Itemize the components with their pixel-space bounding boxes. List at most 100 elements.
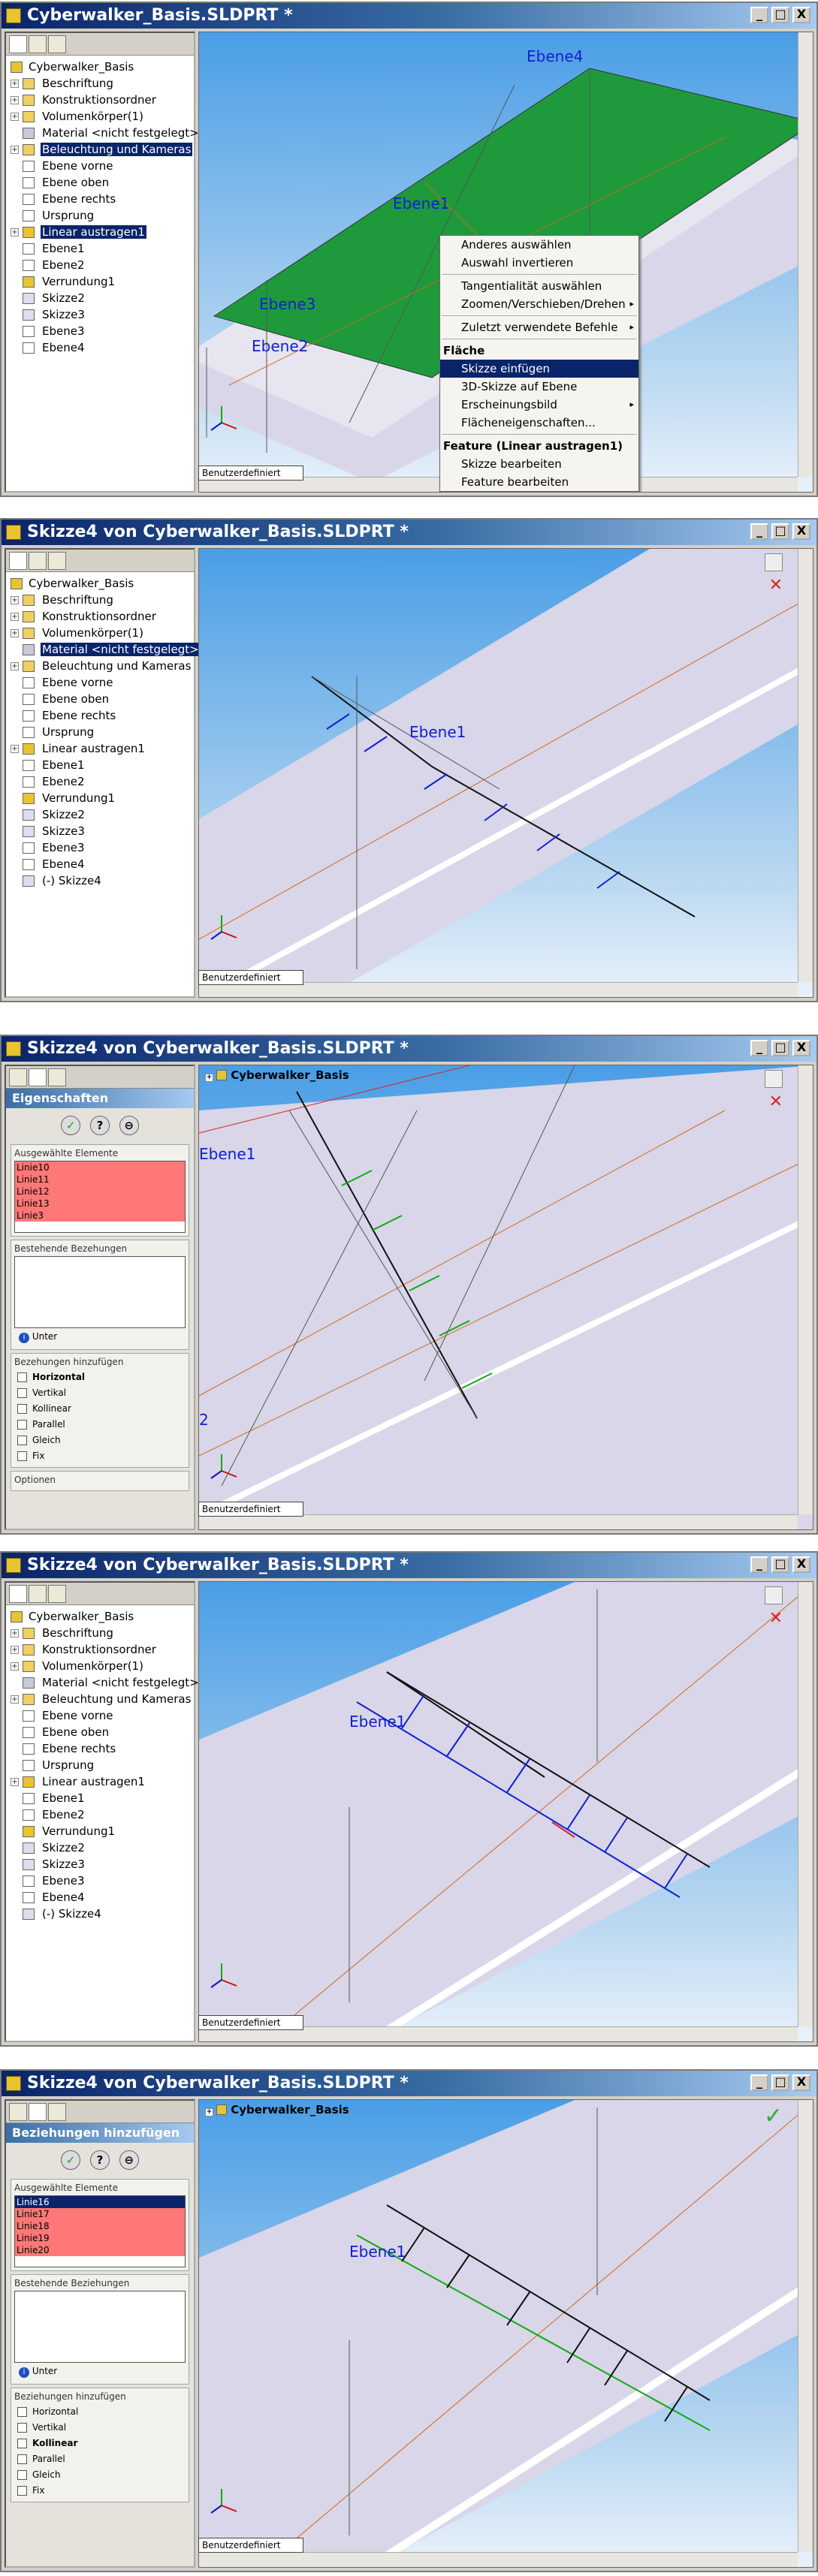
tree-item-ebene2[interactable]: Ebene2	[8, 257, 192, 273]
help-button[interactable]: ?	[90, 1116, 110, 1135]
horizontal-scrollbar[interactable]	[199, 2552, 798, 2567]
vertical-scrollbar[interactable]	[798, 32, 813, 477]
relation-parallel[interactable]: Parallel	[14, 1417, 186, 1433]
list-item[interactable]: Linie20	[15, 2244, 185, 2256]
maximize-button[interactable]: □	[771, 523, 789, 540]
tree-item[interactable]: Ebene4	[8, 1889, 192, 1906]
tree-item[interactable]: Cyberwalker_Basis	[8, 1608, 192, 1625]
tree-item-ebene3[interactable]: Ebene3	[8, 323, 192, 339]
tab-property-manager[interactable]	[29, 35, 47, 53]
tree-item-annotation[interactable]: + Beschriftung	[8, 75, 192, 92]
tree-item[interactable]: Ebene oben	[8, 691, 192, 707]
tree-item[interactable]: Ebene vorne	[8, 674, 192, 691]
list-item[interactable]: Linie16	[15, 2196, 185, 2208]
relation-collinear[interactable]: Kollinear	[14, 1401, 186, 1417]
relation-equal[interactable]: Gleich	[14, 1433, 186, 1448]
horizontal-scrollbar[interactable]	[199, 1514, 798, 1529]
tree-item[interactable]: + Beschriftung	[8, 1625, 192, 1641]
list-item[interactable]: Linie17	[15, 2208, 185, 2220]
tab-feature-tree[interactable]	[9, 552, 27, 570]
close-button[interactable]: X	[792, 523, 810, 540]
tree-item[interactable]: Skizze3	[8, 1856, 192, 1872]
tree-item-sketch2[interactable]: Skizze2	[8, 290, 192, 306]
view-orientation-dropdown[interactable]: Benutzerdefiniert	[198, 1502, 303, 1517]
tab-feature-tree[interactable]	[9, 1585, 27, 1603]
tree-item[interactable]: Ebene1	[8, 1790, 192, 1806]
cancel-icon[interactable]: ✕	[769, 1609, 783, 1628]
tab-property-manager[interactable]	[29, 1068, 47, 1086]
tab-configuration[interactable]	[48, 552, 66, 570]
close-button[interactable]: X	[792, 1556, 810, 1573]
list-item[interactable]: Linie11	[15, 1174, 185, 1186]
tree-item-origin[interactable]: Ursprung	[8, 207, 192, 224]
tree-item-sketch3[interactable]: Skizze3	[8, 306, 192, 323]
tree-item[interactable]: Ebene oben	[8, 1724, 192, 1740]
minimize-button[interactable]: _	[750, 523, 768, 540]
relation-horizontal[interactable]: Horizontal	[14, 1369, 186, 1385]
tree-item[interactable]: Ebene vorne	[8, 1707, 192, 1724]
confirm-check-icon[interactable]: ✓	[764, 2103, 783, 2129]
tree-item[interactable]: + Beleuchtung und Kameras	[8, 1691, 192, 1707]
graphics-area[interactable]: Ebene1 ✕	[198, 1581, 813, 2042]
tree-item-material[interactable]: Material <nicht festgelegt>	[8, 125, 199, 141]
vertical-scrollbar[interactable]	[798, 1065, 813, 1514]
menu-item-zoom-pan-rotate[interactable]: Zoomen/Verschieben/Drehen ▸	[440, 295, 638, 313]
maximize-button[interactable]: □	[771, 7, 789, 23]
close-button[interactable]: X	[792, 2074, 810, 2091]
tab-property-manager[interactable]	[29, 1585, 47, 1603]
tab-feature-tree[interactable]	[9, 2103, 27, 2121]
relation-fix[interactable]: Fix	[14, 2483, 186, 2499]
pin-button[interactable]: ⊖	[119, 1116, 139, 1135]
ok-button[interactable]: ✓	[61, 2150, 81, 2170]
tab-configuration[interactable]	[48, 35, 66, 53]
tree-item[interactable]: + Volumenkörper(1)	[8, 625, 192, 641]
close-button[interactable]: X	[792, 1040, 810, 1056]
menu-item-edit-feature[interactable]: Feature bearbeiten	[440, 473, 638, 491]
minimize-button[interactable]: _	[750, 1556, 768, 1573]
relation-parallel[interactable]: Parallel	[14, 2451, 186, 2467]
tree-item-plane-front[interactable]: Ebene vorne	[8, 158, 192, 174]
tree-item[interactable]: Ursprung	[8, 724, 192, 740]
cancel-icon[interactable]: ✕	[769, 1092, 783, 1111]
tree-item[interactable]: Ursprung	[8, 1757, 192, 1773]
tree-item[interactable]: + Linear austragen1	[8, 1773, 192, 1790]
tree-item[interactable]: Ebene1	[8, 757, 192, 773]
tree-item[interactable]: Ebene2	[8, 773, 192, 790]
help-button[interactable]: ?	[90, 2150, 110, 2170]
tree-item[interactable]: Skizze2	[8, 1839, 192, 1856]
tab-feature-tree[interactable]	[9, 1068, 27, 1086]
tree-item[interactable]: Skizze3	[8, 823, 192, 839]
tree-item[interactable]: + Konstruktionsordner	[8, 608, 192, 625]
tree-item[interactable]: Ebene rechts	[8, 1740, 192, 1757]
view-orientation-dropdown[interactable]: Benutzerdefiniert	[198, 465, 303, 481]
tree-item[interactable]: (-) Skizze4	[8, 872, 192, 889]
tree-item[interactable]: Ebene3	[8, 839, 192, 856]
view-orientation-dropdown[interactable]: Benutzerdefiniert	[198, 2538, 303, 2553]
tree-item[interactable]: Ebene4	[8, 856, 192, 872]
tree-item[interactable]: + Beleuchtung und Kameras	[8, 658, 192, 674]
tree-item[interactable]: Verrundung1	[8, 790, 192, 806]
menu-item-select-other[interactable]: Anderes auswählen	[440, 236, 638, 254]
minimize-button[interactable]: _	[750, 2074, 768, 2091]
graphics-area[interactable]: + Cyberwalker_Basis Ebene1 ✓	[198, 2099, 813, 2568]
menu-item-3d-sketch-on-plane[interactable]: 3D-Skizze auf Ebene	[440, 378, 638, 396]
tree-item[interactable]: + Volumenkörper(1)	[8, 1658, 192, 1674]
tree-item[interactable]: + Beschriftung	[8, 592, 192, 608]
exit-sketch-icon[interactable]	[765, 1070, 783, 1088]
maximize-button[interactable]: □	[771, 1556, 789, 1573]
relation-collinear[interactable]: Kollinear	[14, 2436, 186, 2451]
tree-item[interactable]: Verrundung1	[8, 1823, 192, 1839]
menu-item-appearance[interactable]: Erscheinungsbild ▸	[440, 396, 638, 414]
exit-sketch-icon[interactable]	[765, 553, 783, 571]
tree-item[interactable]: Skizze2	[8, 806, 192, 823]
tab-feature-tree[interactable]	[9, 35, 27, 53]
tree-item[interactable]: + Konstruktionsordner	[8, 1641, 192, 1658]
tree-item-lights[interactable]: + Beleuchtung und Kameras	[8, 141, 193, 158]
tree-item-ebene4[interactable]: Ebene4	[8, 339, 192, 356]
tree-item-part[interactable]: Cyberwalker_Basis	[8, 59, 192, 75]
cancel-icon[interactable]: ✕	[769, 576, 783, 595]
view-orientation-dropdown[interactable]: Benutzerdefiniert	[198, 2015, 303, 2030]
graphics-area[interactable]: Ebene1 ✕	[198, 548, 813, 998]
tree-item-extrude[interactable]: + Linear austragen1	[8, 224, 192, 240]
relation-vertical[interactable]: Vertikal	[14, 1385, 186, 1401]
